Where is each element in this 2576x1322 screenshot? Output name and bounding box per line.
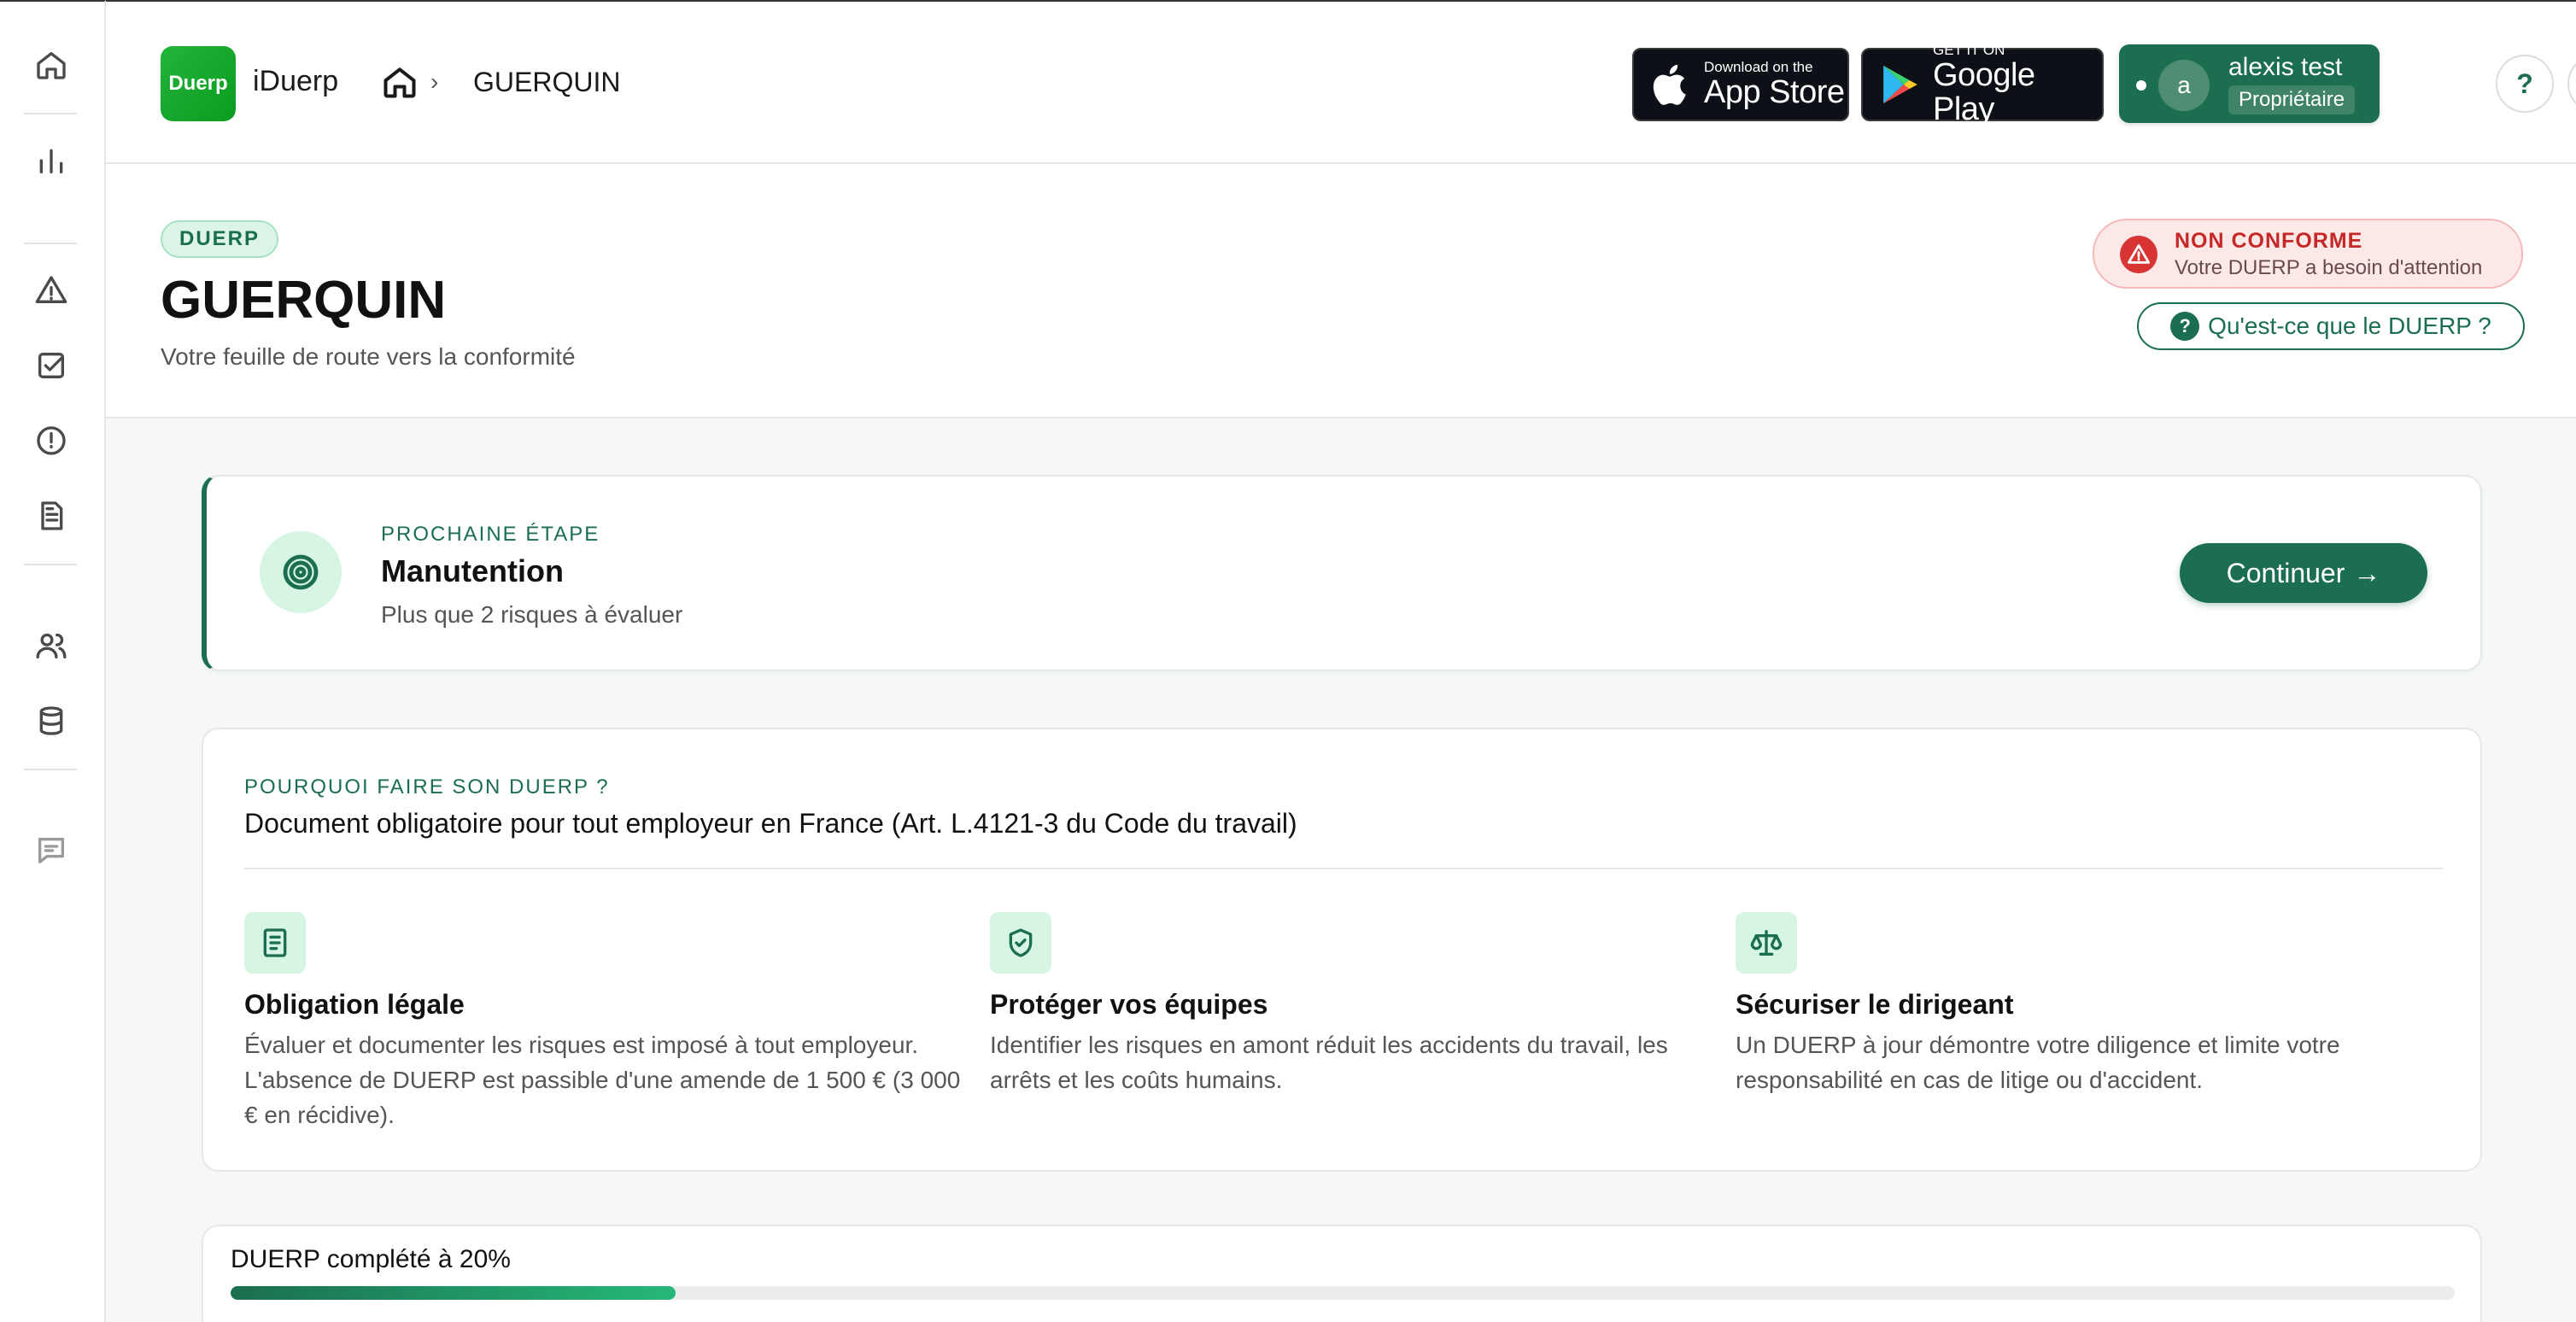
benefit-title: Protéger vos équipes bbox=[990, 989, 1268, 1020]
document-icon bbox=[244, 912, 306, 974]
app-store-big-text: App Store bbox=[1704, 74, 1845, 110]
online-status-dot bbox=[2136, 80, 2146, 91]
sidebar-documents-icon[interactable] bbox=[31, 495, 72, 536]
google-play-button[interactable]: GET IT ON Google Play bbox=[1861, 43, 2104, 126]
continue-button-label: Continuer bbox=[2226, 557, 2345, 588]
breadcrumb-home-icon[interactable] bbox=[381, 63, 419, 101]
next-step-description: Plus que 2 risques à évaluer bbox=[381, 601, 683, 628]
benefit-description: Identifier les risques en amont réduit l… bbox=[990, 1032, 1668, 1093]
settings-button[interactable] bbox=[2567, 55, 2576, 113]
why-duerp-title: Document obligatoire pour tout employeur… bbox=[244, 808, 1297, 839]
google-play-small-text: GET IT ON bbox=[1933, 42, 2005, 58]
benefit-protect: Protéger vos équipes Identifier les risq… bbox=[990, 912, 1707, 1097]
divider bbox=[244, 868, 2443, 869]
avatar: a bbox=[2158, 60, 2210, 111]
top-header: Duerp iDuerp › GUERQUIN Download on the … bbox=[106, 0, 2576, 164]
sidebar-feedback-icon[interactable] bbox=[31, 830, 72, 871]
page-subtitle: Votre feuille de route vers la conformit… bbox=[161, 343, 576, 370]
app-logo-text: Duerp bbox=[168, 72, 228, 95]
next-step-title: Manutention bbox=[381, 553, 564, 588]
what-is-duerp-button[interactable]: ? Qu'est-ce que le DUERP ? bbox=[2137, 302, 2525, 350]
progress-label: DUERP complété à 20% bbox=[231, 1245, 511, 1273]
google-play-icon bbox=[1883, 65, 1917, 104]
sidebar-actions-icon[interactable] bbox=[31, 345, 72, 386]
benefit-secure: Sécuriser le dirigeant Un DUERP à jour d… bbox=[1736, 912, 2453, 1097]
progress-bar bbox=[231, 1286, 2455, 1300]
sidebar-alerts-icon[interactable] bbox=[31, 420, 72, 461]
breadcrumb-chevron-icon: › bbox=[430, 68, 439, 95]
benefit-legal: Obligation légale Évaluer et documenter … bbox=[244, 912, 962, 1132]
benefit-title: Obligation légale bbox=[244, 989, 465, 1020]
user-role-badge: Propriétaire bbox=[2228, 85, 2356, 114]
why-duerp-label: POURQUOI FAIRE SON DUERP ? bbox=[244, 775, 610, 798]
sidebar-divider bbox=[24, 243, 77, 244]
page-title: GUERQUIN bbox=[161, 271, 447, 330]
duerp-tag: DUERP bbox=[161, 220, 279, 258]
sidebar-home-icon[interactable] bbox=[31, 44, 72, 85]
benefit-title: Sécuriser le dirigeant bbox=[1736, 989, 2014, 1020]
why-duerp-card: POURQUOI FAIRE SON DUERP ? Document obli… bbox=[202, 728, 2482, 1172]
app-store-button[interactable]: Download on the App Store bbox=[1632, 48, 1849, 121]
what-is-duerp-label: Qu'est-ce que le DUERP ? bbox=[2208, 313, 2491, 339]
scale-icon bbox=[1736, 912, 1797, 974]
next-step-card: PROCHAINE ÉTAPE Manutention Plus que 2 r… bbox=[202, 475, 2482, 671]
completion-progress-card: DUERP complété à 20% bbox=[202, 1225, 2482, 1322]
benefit-description: Un DUERP à jour démontre votre diligence… bbox=[1736, 1032, 2340, 1093]
compliance-status-badge: NON CONFORME Votre DUERP a besoin d'atte… bbox=[2093, 219, 2523, 289]
compliance-status-message: Votre DUERP a besoin d'attention bbox=[2175, 256, 2483, 279]
main-content: PROCHAINE ÉTAPE Manutention Plus que 2 r… bbox=[106, 418, 2576, 1322]
user-name: alexis test bbox=[2228, 53, 2343, 81]
progress-bar-fill bbox=[231, 1286, 676, 1300]
app-name[interactable]: iDuerp bbox=[253, 65, 338, 98]
user-menu-button[interactable]: a alexis test Propriétaire bbox=[2119, 44, 2380, 123]
shield-check-icon bbox=[990, 912, 1051, 974]
sidebar-team-icon[interactable] bbox=[31, 625, 72, 666]
breadcrumb-current: GUERQUIN bbox=[473, 67, 621, 97]
app-logo[interactable]: Duerp bbox=[161, 46, 236, 121]
compliance-status-label: NON CONFORME bbox=[2175, 229, 2363, 253]
next-step-label: PROCHAINE ÉTAPE bbox=[381, 523, 600, 546]
sidebar-database-icon[interactable] bbox=[31, 700, 72, 741]
continue-button[interactable]: Continuer → bbox=[2180, 543, 2427, 603]
warning-icon bbox=[2120, 236, 2157, 273]
sidebar-stats-icon[interactable] bbox=[31, 140, 72, 181]
target-icon bbox=[260, 531, 342, 613]
google-play-big-text: Google Play bbox=[1933, 57, 2035, 127]
question-icon: ? bbox=[2170, 312, 2200, 341]
help-button[interactable]: ? bbox=[2496, 55, 2554, 113]
benefit-description: Évaluer et documenter les risques est im… bbox=[244, 1032, 961, 1128]
arrow-right-icon: → bbox=[2353, 557, 2381, 588]
sidebar-risks-icon[interactable] bbox=[31, 270, 72, 311]
sidebar bbox=[0, 0, 106, 1322]
sidebar-divider bbox=[24, 113, 77, 114]
apple-icon bbox=[1653, 64, 1686, 105]
sidebar-divider bbox=[24, 564, 77, 565]
sidebar-divider bbox=[24, 769, 77, 770]
page-heading-section: DUERP GUERQUIN Votre feuille de route ve… bbox=[106, 164, 2576, 418]
app-store-small-text: Download on the bbox=[1704, 59, 1813, 75]
